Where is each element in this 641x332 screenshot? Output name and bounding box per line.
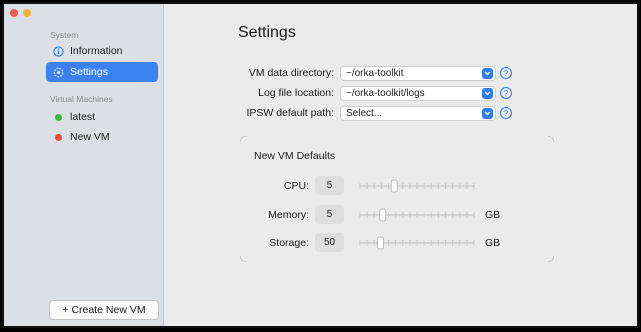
cpu-slider[interactable]: [357, 179, 477, 193]
slider-knob: [379, 208, 387, 222]
chevron-down-icon: [482, 67, 493, 79]
chevron-down-icon: [482, 87, 493, 99]
vm-data-directory-label: VM data directory:: [248, 67, 334, 79]
status-dot-icon: [52, 131, 64, 143]
memory-slider[interactable]: [357, 208, 477, 222]
slider-knob: [390, 179, 398, 193]
sidebar-item-information[interactable]: Information: [46, 41, 158, 61]
storage-label: Storage:: [269, 237, 309, 249]
storage-unit-label: GB: [485, 237, 501, 249]
cpu-value-field[interactable]: 5: [315, 176, 344, 195]
page-title: Settings: [238, 24, 296, 41]
chevron-down-icon: [482, 107, 493, 119]
help-icon[interactable]: ?: [500, 67, 512, 79]
select-value: Select...: [346, 107, 383, 119]
ipsw-default-path-label: IPSW default path:: [246, 107, 334, 119]
help-icon[interactable]: ?: [500, 107, 512, 119]
select-value: ~/orka-toolkit: [346, 67, 404, 79]
slider-knob: [377, 236, 385, 250]
create-new-vm-button[interactable]: + Create New VM: [49, 300, 159, 320]
storage-slider[interactable]: [357, 236, 477, 250]
storage-value-field[interactable]: 50: [315, 233, 344, 252]
app-window: System Information Settings Virtual Mach…: [2, 2, 639, 328]
info-icon: [52, 45, 64, 57]
memory-value-field[interactable]: 5: [315, 205, 344, 224]
log-file-location-row: Log file location: ~/orka-toolkit/logs ?: [4, 85, 637, 101]
memory-label: Memory:: [268, 209, 309, 221]
minimize-window-button[interactable]: [23, 9, 31, 17]
close-window-button[interactable]: [10, 9, 18, 17]
select-value: ~/orka-toolkit/logs: [346, 87, 425, 99]
new-vm-defaults-title: New VM Defaults: [254, 150, 336, 162]
window-controls: [10, 9, 31, 17]
ipsw-default-path-row: IPSW default path: Select... ?: [4, 105, 637, 121]
vm-data-directory-select[interactable]: ~/orka-toolkit: [340, 65, 496, 81]
memory-unit-label: GB: [485, 209, 501, 221]
sidebar-item-label: New VM: [70, 131, 110, 143]
vm-data-directory-row: VM data directory: ~/orka-toolkit ?: [4, 65, 637, 81]
sidebar-section-system: System: [50, 30, 79, 40]
ipsw-default-path-select[interactable]: Select...: [340, 105, 496, 121]
log-file-location-select[interactable]: ~/orka-toolkit/logs: [340, 85, 496, 101]
log-file-location-label: Log file location:: [258, 87, 334, 99]
cpu-label: CPU:: [283, 180, 309, 192]
sidebar: System Information Settings Virtual Mach…: [4, 4, 164, 326]
sidebar-item-label: Information: [70, 45, 123, 57]
help-icon[interactable]: ?: [500, 87, 512, 99]
sidebar-item-new-vm[interactable]: New VM: [46, 127, 158, 147]
